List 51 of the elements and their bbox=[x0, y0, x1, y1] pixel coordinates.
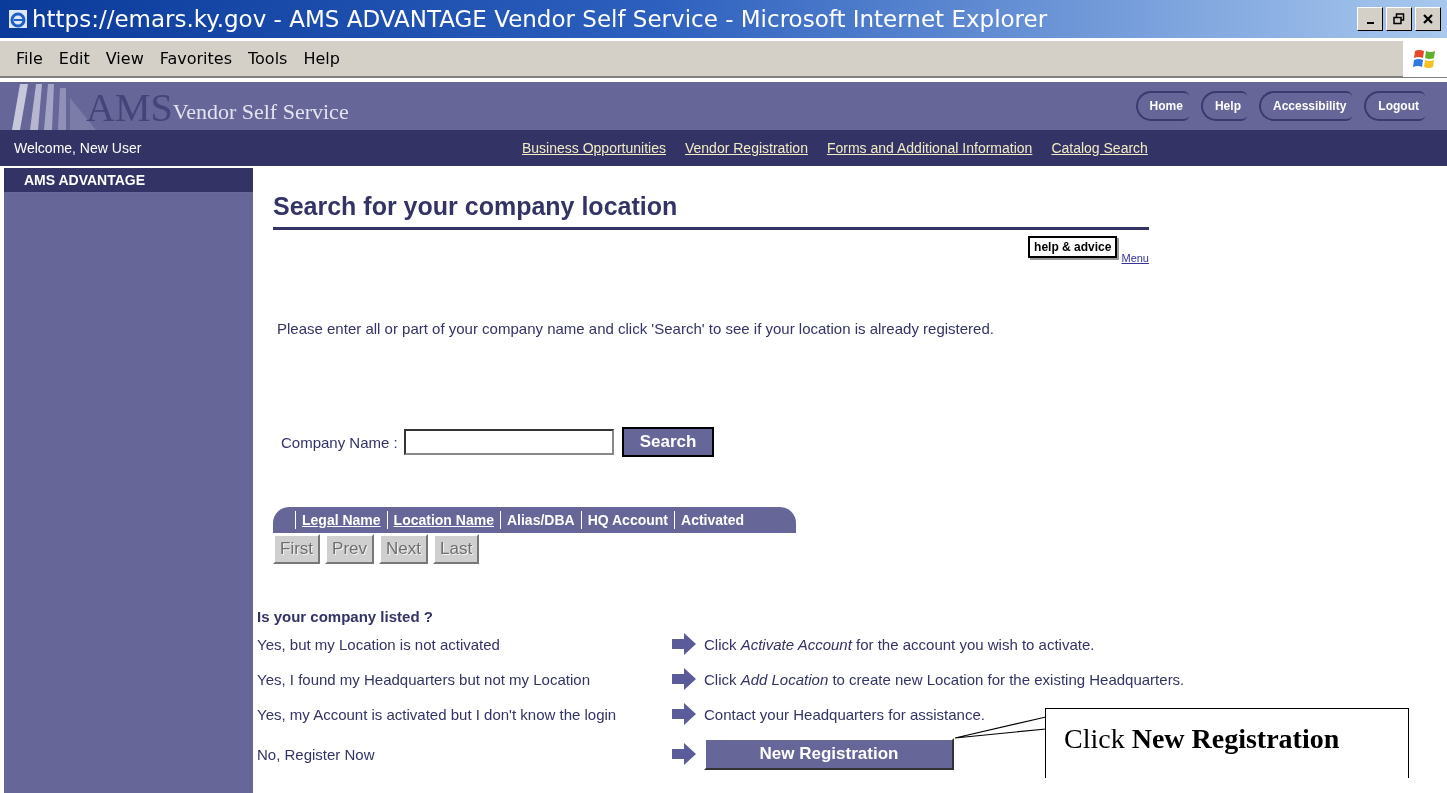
header-link[interactable]: Logout bbox=[1364, 91, 1425, 121]
help-button[interactable]: help & advice bbox=[1028, 236, 1118, 258]
welcome-text: Welcome, New User bbox=[14, 140, 143, 156]
menu-item[interactable]: View bbox=[97, 49, 152, 68]
option-text: Yes, I found my Headquarters but not my Location bbox=[257, 670, 591, 688]
close-button[interactable] bbox=[1415, 7, 1441, 31]
menu-link[interactable]: Menu bbox=[1121, 252, 1149, 264]
new-registration-button[interactable]: New Registration bbox=[704, 738, 954, 770]
column-header[interactable]: Legal Name bbox=[295, 511, 387, 529]
action-text: Contact your Headquarters for assistance. bbox=[704, 705, 986, 723]
window-title: https://emars.ky.gov - AMS ADVANTAGE Vendor Self Service - Microsoft Internet Explorer bbox=[32, 6, 1048, 32]
minimize-button[interactable] bbox=[1357, 7, 1383, 31]
action-text: Click Activate Account for the account you wish to activate. bbox=[704, 635, 1096, 653]
minimize-icon bbox=[1366, 22, 1374, 24]
logo-text: Vendor Self Service bbox=[172, 99, 349, 126]
option-text: No, Register Now bbox=[257, 745, 376, 763]
section-heading: Is your company listed ? bbox=[257, 608, 434, 625]
search-button[interactable]: Search bbox=[621, 427, 715, 457]
option-text: Yes, my Account is activated but I don't know the login bbox=[257, 705, 618, 723]
column-header[interactable]: Location Name bbox=[386, 511, 500, 529]
page-heading: Search for your company location bbox=[273, 192, 1149, 230]
action-text: Click Add Location to create new Location for the existing Headquarters. bbox=[704, 670, 1186, 688]
menu-item[interactable]: File bbox=[8, 49, 51, 68]
restore-icon bbox=[1393, 13, 1405, 25]
menu-item[interactable]: Tools bbox=[240, 49, 296, 68]
callout-text: Click New Registration bbox=[1064, 723, 1340, 755]
column-header: HQ Account bbox=[580, 511, 674, 529]
header-link[interactable]: Home bbox=[1135, 91, 1189, 121]
header-link[interactable]: Help bbox=[1200, 91, 1247, 121]
arrow-icon bbox=[672, 668, 696, 690]
nav-link[interactable]: Catalog Search bbox=[1051, 140, 1148, 156]
field-label: Company Name : bbox=[281, 433, 398, 451]
column-header: Activated bbox=[674, 511, 751, 529]
logo-mark: AMS bbox=[86, 86, 173, 130]
arrow-icon bbox=[672, 743, 696, 765]
nav-link[interactable]: Forms and Additional Information bbox=[826, 140, 1033, 156]
restore-button[interactable] bbox=[1386, 7, 1412, 31]
nav-link[interactable]: Business Opportunities bbox=[522, 140, 666, 156]
arrow-icon bbox=[672, 703, 696, 725]
browser-icon bbox=[8, 9, 28, 29]
close-icon bbox=[1422, 13, 1434, 25]
company-name-field[interactable] bbox=[403, 429, 614, 455]
menu-item[interactable]: Favorites bbox=[151, 49, 240, 68]
option-text: Yes, but my Location is not activated bbox=[257, 635, 501, 653]
menu-item[interactable]: Help bbox=[295, 49, 348, 68]
instructions-text: Please enter all or part of your company name and click 'Search' to see if your location is already registered. bbox=[277, 320, 995, 337]
menu-item[interactable]: Edit bbox=[50, 49, 98, 68]
column-header: Alias/DBA bbox=[499, 511, 581, 529]
arrow-icon bbox=[672, 633, 696, 655]
sidebar-title: AMS ADVANTAGE bbox=[4, 168, 253, 193]
nav-link[interactable]: Vendor Registration bbox=[684, 140, 808, 156]
